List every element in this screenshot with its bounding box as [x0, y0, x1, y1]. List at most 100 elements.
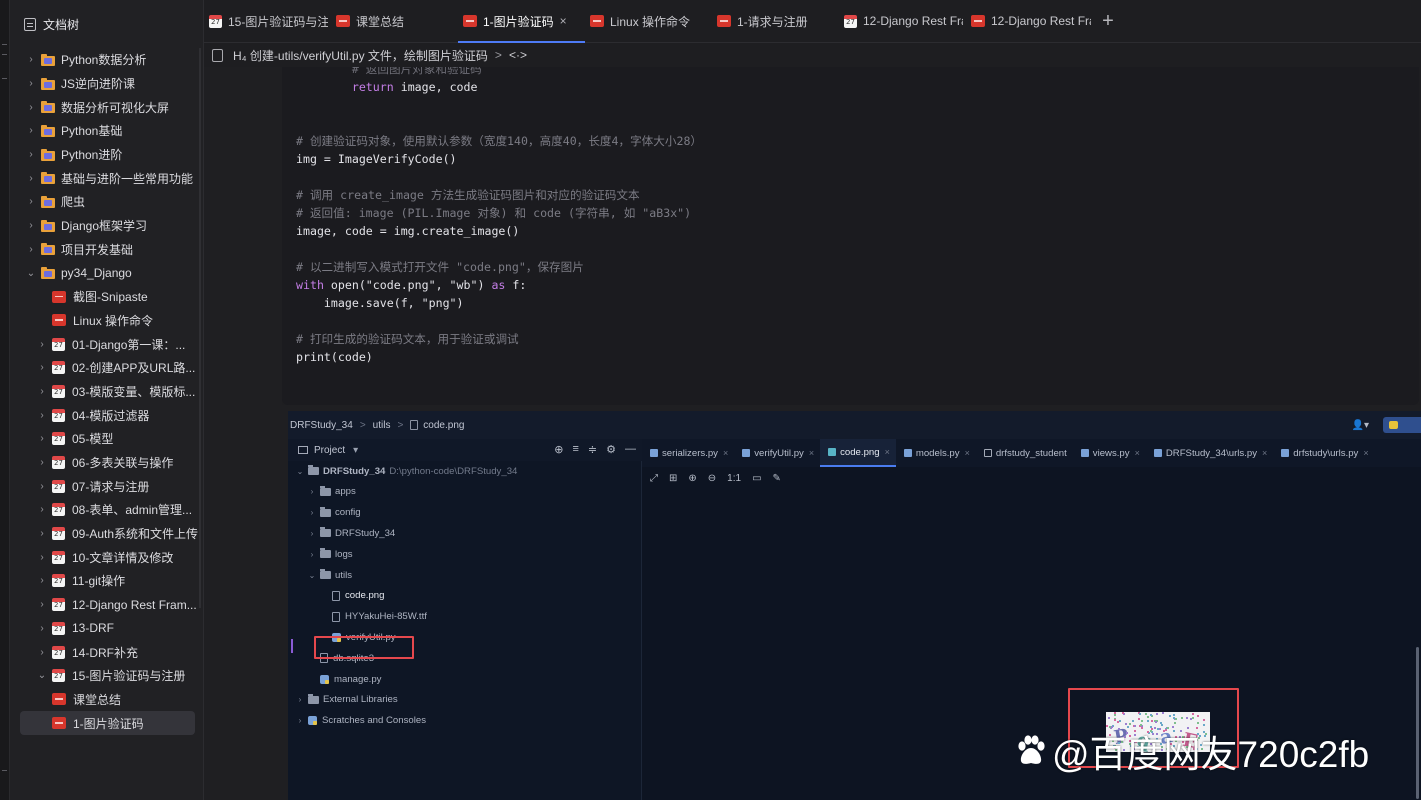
- image-tool-icon[interactable]: 1:1: [727, 473, 741, 484]
- close-icon[interactable]: ×: [723, 448, 728, 458]
- editor-tab[interactable]: verifyUtil.py ×: [734, 439, 820, 467]
- chevron-right-icon[interactable]: ›: [37, 575, 47, 586]
- document-tab[interactable]: Linux 操作命令: [585, 0, 712, 42]
- tree-item[interactable]: › 09-Auth系统和文件上传: [10, 522, 203, 546]
- tree-item[interactable]: ⌄ 15-图片验证码与注册: [10, 664, 203, 688]
- tree-item[interactable]: 截图-Snipaste: [10, 285, 203, 309]
- tree-item[interactable]: › Python基础: [10, 119, 203, 143]
- add-tab-button[interactable]: +: [1093, 0, 1123, 42]
- chevron-right-icon[interactable]: ›: [296, 716, 304, 725]
- python-interpreter-icon[interactable]: [1383, 417, 1421, 433]
- chevron-right-icon[interactable]: ›: [37, 339, 47, 350]
- chevron-right-icon[interactable]: ›: [26, 125, 36, 136]
- nav-project[interactable]: DRFStudy_34: [290, 420, 353, 431]
- document-tab[interactable]: 15-图片验证码与注: [204, 0, 331, 42]
- tree-item[interactable]: › 03-模版变量、模版标...: [10, 380, 203, 404]
- image-tool-icon[interactable]: ⊞: [669, 473, 677, 484]
- project-tree-row[interactable]: ⌄ utils: [288, 565, 642, 585]
- chevron-right-icon[interactable]: ›: [308, 550, 316, 559]
- editor-tab[interactable]: serializers.py ×: [642, 439, 734, 467]
- chevron-right-icon[interactable]: ›: [37, 433, 47, 444]
- project-tree-row[interactable]: manage.py: [288, 669, 642, 689]
- project-panel-title[interactable]: Project: [314, 445, 345, 456]
- tree-item[interactable]: 1-图片验证码: [20, 711, 195, 735]
- tree-item[interactable]: › 06-多表关联与操作: [10, 451, 203, 475]
- project-dropdown-icon[interactable]: ▾: [353, 445, 358, 456]
- chevron-right-icon[interactable]: ›: [37, 647, 47, 658]
- chevron-down-icon[interactable]: ⌄: [296, 467, 304, 476]
- chevron-right-icon[interactable]: ›: [37, 623, 47, 634]
- chevron-right-icon[interactable]: ›: [26, 196, 36, 207]
- editor-tab[interactable]: views.py ×: [1073, 439, 1146, 467]
- image-tool-icon[interactable]: ⤢: [650, 473, 658, 484]
- tree-item[interactable]: › 14-DRF补充: [10, 640, 203, 664]
- chevron-down-icon[interactable]: ⌄: [308, 571, 316, 580]
- sidebar-scrollbar[interactable]: [199, 48, 201, 608]
- project-tree-row[interactable]: › logs: [288, 544, 642, 564]
- project-tree-row[interactable]: › config: [288, 503, 642, 523]
- close-icon[interactable]: ×: [1262, 448, 1267, 458]
- breadcrumb-heading[interactable]: H₄ 创建-utils/verifyUtil.py 文件，绘制图片验证码: [233, 47, 488, 64]
- document-tab[interactable]: 12-Django Rest Fra: [966, 0, 1093, 42]
- chevron-down-icon[interactable]: ⌄: [37, 670, 47, 681]
- nav-folder[interactable]: utils: [373, 420, 391, 431]
- tree-item[interactable]: › 01-Django第一课：...: [10, 332, 203, 356]
- tree-item[interactable]: ⌄ py34_Django: [10, 261, 203, 285]
- user-icon[interactable]: 👤▾: [1352, 420, 1369, 431]
- project-tool-icon[interactable]: ≡: [572, 443, 578, 456]
- chevron-down-icon[interactable]: ⌄: [26, 268, 36, 279]
- chevron-right-icon[interactable]: ›: [308, 529, 316, 538]
- editor-tab[interactable]: DRFStudy_34\urls.py ×: [1146, 439, 1273, 467]
- close-icon[interactable]: ×: [965, 448, 970, 458]
- close-icon[interactable]: ×: [1363, 448, 1368, 458]
- chevron-right-icon[interactable]: ›: [37, 481, 47, 492]
- tree-item[interactable]: 课堂总结: [10, 688, 203, 712]
- tree-item[interactable]: › 07-请求与注册: [10, 474, 203, 498]
- tree-item[interactable]: › 10-文章详情及修改: [10, 545, 203, 569]
- editor-tab[interactable]: code.png ×: [820, 439, 896, 467]
- tree-item[interactable]: › 05-模型: [10, 427, 203, 451]
- chevron-right-icon[interactable]: ›: [26, 78, 36, 89]
- project-tree-row[interactable]: › Scratches and Consoles: [288, 711, 642, 731]
- project-tool-icon[interactable]: —: [625, 443, 636, 456]
- chevron-right-icon[interactable]: ›: [26, 54, 36, 65]
- document-tab[interactable]: 课堂总结: [331, 0, 458, 42]
- tree-item[interactable]: › Python数据分析: [10, 48, 203, 72]
- tree-item[interactable]: › JS逆向进阶课: [10, 72, 203, 96]
- chevron-right-icon[interactable]: ›: [37, 599, 47, 610]
- code-block[interactable]: # 返回图片对象和验证码 return image, code # 创建验证码对象…: [282, 67, 1419, 405]
- close-icon[interactable]: ×: [1135, 448, 1140, 458]
- chevron-right-icon[interactable]: ›: [26, 173, 36, 184]
- project-tool-icon[interactable]: ⚙: [606, 443, 616, 456]
- chevron-right-icon[interactable]: ›: [37, 552, 47, 563]
- editor-tab[interactable]: drfstudy\urls.py ×: [1273, 439, 1374, 467]
- project-tree-row[interactable]: › External Libraries: [288, 690, 642, 710]
- chevron-right-icon[interactable]: ›: [308, 487, 316, 496]
- editor-tab[interactable]: models.py ×: [896, 439, 976, 467]
- tree-item[interactable]: › 02-创建APP及URL路...: [10, 356, 203, 380]
- chevron-right-icon[interactable]: ›: [37, 386, 47, 397]
- project-tree-row[interactable]: code.png: [288, 586, 642, 606]
- chevron-right-icon[interactable]: ›: [37, 457, 47, 468]
- tree-item[interactable]: › 项目开发基础: [10, 238, 203, 262]
- tree-item[interactable]: › 08-表单、admin管理...: [10, 498, 203, 522]
- chevron-right-icon[interactable]: ›: [26, 244, 36, 255]
- nav-file[interactable]: code.png: [423, 420, 464, 431]
- chevron-right-icon[interactable]: ›: [26, 220, 36, 231]
- tree-item[interactable]: Linux 操作命令: [10, 309, 203, 333]
- chevron-right-icon[interactable]: ›: [37, 504, 47, 515]
- chevron-right-icon[interactable]: ›: [37, 410, 47, 421]
- close-icon[interactable]: ×: [560, 14, 567, 28]
- project-tree-row[interactable]: › apps: [288, 482, 642, 502]
- tree-item[interactable]: › 数据分析可视化大屏: [10, 95, 203, 119]
- chevron-right-icon[interactable]: ›: [26, 149, 36, 160]
- close-icon[interactable]: ×: [885, 447, 890, 457]
- chevron-right-icon[interactable]: ›: [37, 362, 47, 373]
- code-block-icon[interactable]: <·>: [509, 48, 527, 62]
- tree-item[interactable]: › 12-Django Rest Fram...: [10, 593, 203, 617]
- image-tool-icon[interactable]: ▭: [752, 473, 761, 484]
- chevron-right-icon[interactable]: ›: [37, 528, 47, 539]
- project-tool-icon[interactable]: ⊕: [554, 443, 563, 456]
- document-tab[interactable]: 1-图片验证码 ×: [458, 0, 585, 43]
- tree-item[interactable]: › Django框架学习: [10, 214, 203, 238]
